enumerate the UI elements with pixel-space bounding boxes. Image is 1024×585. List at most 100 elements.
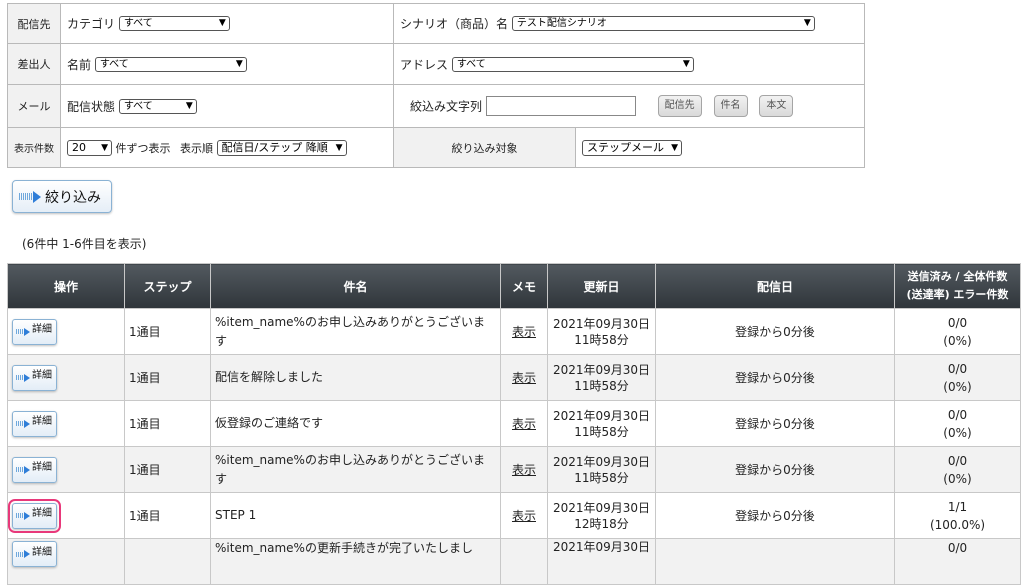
cell-delivery: 登録から0分後 [655, 308, 895, 355]
chevron-down-icon: ▼ [335, 142, 343, 153]
cell-memo: 表示 [500, 354, 548, 401]
column-header-memo: メモ [500, 263, 548, 309]
search-input[interactable] [485, 96, 636, 116]
category-select[interactable]: すべて ▼ [118, 16, 230, 31]
memo-link[interactable]: 表示 [512, 417, 536, 431]
sent-count: 0/0 [947, 315, 968, 330]
filter-row-sender: 差出人 名前 すべて ▼ アドレス すべて ▼ [7, 43, 865, 85]
filter-panel: 配信先 カテゴリ すべて ▼ シナリオ（商品）名 テスト配信シナリオ ▼ 差出人 名… [7, 3, 865, 168]
column-header-sent: 送信済み / 全体件数 (送達率) エラー件数 [894, 263, 1021, 309]
target-label: 絞り込み対象 [393, 127, 576, 168]
cell-subject: %item_name%のお申し込みありがとうございます [210, 308, 501, 355]
cell-updated: 2021年09月30日 11時58分 [547, 308, 656, 355]
table-row: 詳細 %item_name%の更新手続きが完了いたしまし 2021年09月30日… [7, 538, 1021, 585]
column-header-step: ステップ [124, 263, 211, 309]
arrow-right-icon [16, 373, 30, 382]
name-select[interactable]: すべて ▼ [94, 56, 247, 72]
per-page-select[interactable]: 20 ▼ [67, 139, 112, 156]
cell-updated: 2021年09月30日 12時18分 [547, 492, 656, 539]
detail-button[interactable]: 詳細 [12, 318, 57, 345]
cell-delivery: 登録から0分後 [655, 446, 895, 493]
cell-operation: 詳細 [7, 354, 125, 401]
apply-filter-button[interactable]: 絞り込み [12, 180, 112, 213]
sent-count: 0/0 [947, 361, 968, 376]
target-select-value: ステップメール [587, 140, 664, 154]
cell-memo: 表示 [500, 446, 548, 493]
cell-updated: 2021年09月30日 11時58分 [547, 400, 656, 447]
address-select[interactable]: すべて ▼ [451, 56, 694, 72]
sent-rate: (100.0%) [929, 517, 986, 532]
filter-cell-address: アドレス すべて ▼ [393, 43, 865, 85]
chevron-down-icon: ▼ [185, 100, 193, 111]
search-subject-button[interactable]: 件名 [713, 95, 748, 117]
updated-date: 2021年09月30日 [552, 454, 651, 469]
per-page-suffix: 件ずつ表示 [115, 141, 171, 155]
filter-row-recipient: 配信先 カテゴリ すべて ▼ シナリオ（商品）名 テスト配信シナリオ ▼ [7, 3, 865, 44]
column-header-operation: 操作 [7, 263, 125, 309]
arrow-right-icon [16, 327, 30, 336]
column-header-delivery: 配信日 [655, 263, 895, 309]
chevron-down-icon: ▼ [671, 142, 678, 153]
updated-date: 2021年09月30日 [552, 500, 651, 515]
chevron-down-icon: ▼ [218, 18, 226, 28]
table-row: 詳細 1通目 STEP 1 表示 2021年09月30日 12時18分 登録から0… [7, 492, 1021, 539]
arrow-right-icon [16, 511, 30, 520]
cell-step: 1通目 [124, 400, 211, 447]
order-select-value: 配信日/ステップ 降順 [221, 140, 328, 154]
target-select[interactable]: ステップメール ▼ [582, 139, 682, 156]
memo-link[interactable]: 表示 [512, 509, 536, 523]
detail-label: 詳細 [32, 324, 52, 335]
cell-sent: 0/0 (0%) [894, 354, 1021, 401]
detail-button[interactable]: 詳細 [12, 456, 57, 483]
result-count: (6件中 1-6件目を表示) [22, 237, 147, 251]
sent-rate: (0%) [943, 471, 972, 486]
column-header-sent-line1: 送信済み / 全体件数 [907, 270, 1008, 283]
updated-date: 2021年09月30日 [552, 316, 651, 331]
detail-button[interactable]: 詳細 [12, 541, 57, 567]
updated-time: 11時58分 [574, 378, 629, 393]
scenario-select[interactable]: テスト配信シナリオ ▼ [511, 16, 815, 31]
cell-step [124, 538, 211, 585]
cell-operation: 詳細 [7, 538, 125, 585]
arrow-right-icon [16, 550, 30, 558]
updated-date: 2021年09月30日 [552, 362, 651, 377]
column-header-subject: 件名 [210, 263, 501, 309]
cell-operation: 詳細 [7, 400, 125, 447]
cell-sent: 0/0 [894, 538, 1021, 585]
cell-subject: %item_name%のお申し込みありがとうございます [210, 446, 501, 493]
scenario-label: シナリオ（商品）名 [400, 17, 509, 31]
table-row: 詳細 1通目 配信を解除しました 表示 2021年09月30日 11時58分 登録… [7, 354, 1021, 401]
sent-count: 0/0 [947, 453, 968, 468]
memo-link[interactable]: 表示 [512, 325, 536, 339]
search-recipient-button[interactable]: 配信先 [657, 95, 702, 117]
updated-time: 11時58分 [574, 424, 629, 439]
search-body-button[interactable]: 本文 [759, 95, 794, 117]
cell-memo [500, 538, 548, 585]
detail-button-highlighted[interactable]: 詳細 [8, 498, 61, 533]
chevron-down-icon: ▼ [101, 142, 108, 153]
detail-button[interactable]: 詳細 [12, 410, 57, 437]
sent-rate: (0%) [943, 379, 972, 394]
per-page-select-value: 20 [72, 140, 86, 154]
cell-memo: 表示 [500, 492, 548, 539]
cell-subject: 仮登録のご連絡です [210, 400, 501, 447]
filter-cell-status: 配信状態 すべて ▼ [60, 84, 394, 128]
cell-updated: 2021年09月30日 11時58分 [547, 354, 656, 401]
cell-sent: 0/0 (0%) [894, 308, 1021, 355]
cell-delivery [655, 538, 895, 585]
order-select[interactable]: 配信日/ステップ 降順 ▼ [216, 139, 347, 156]
cell-operation: 詳細 [7, 308, 125, 355]
memo-link[interactable]: 表示 [512, 463, 536, 477]
detail-button[interactable]: 詳細 [12, 364, 57, 391]
status-label: 配信状態 [67, 99, 116, 114]
name-select-value: すべて [99, 58, 129, 70]
cell-step: 1通目 [124, 492, 211, 539]
chevron-down-icon: ▼ [235, 58, 243, 69]
step-mail-table: 操作 ステップ 件名 メモ 更新日 配信日 送信済み / 全体件数 (送達率) … [7, 263, 1021, 585]
updated-time: 11時58分 [574, 332, 629, 347]
arrow-right-icon [16, 465, 30, 474]
filter-row-mail: メール 配信状態 すべて ▼ 絞込み文字列 配信先 件名 本文 [7, 84, 865, 128]
cell-sent: 0/0 (0%) [894, 446, 1021, 493]
memo-link[interactable]: 表示 [512, 371, 536, 385]
status-select[interactable]: すべて ▼ [118, 98, 197, 114]
